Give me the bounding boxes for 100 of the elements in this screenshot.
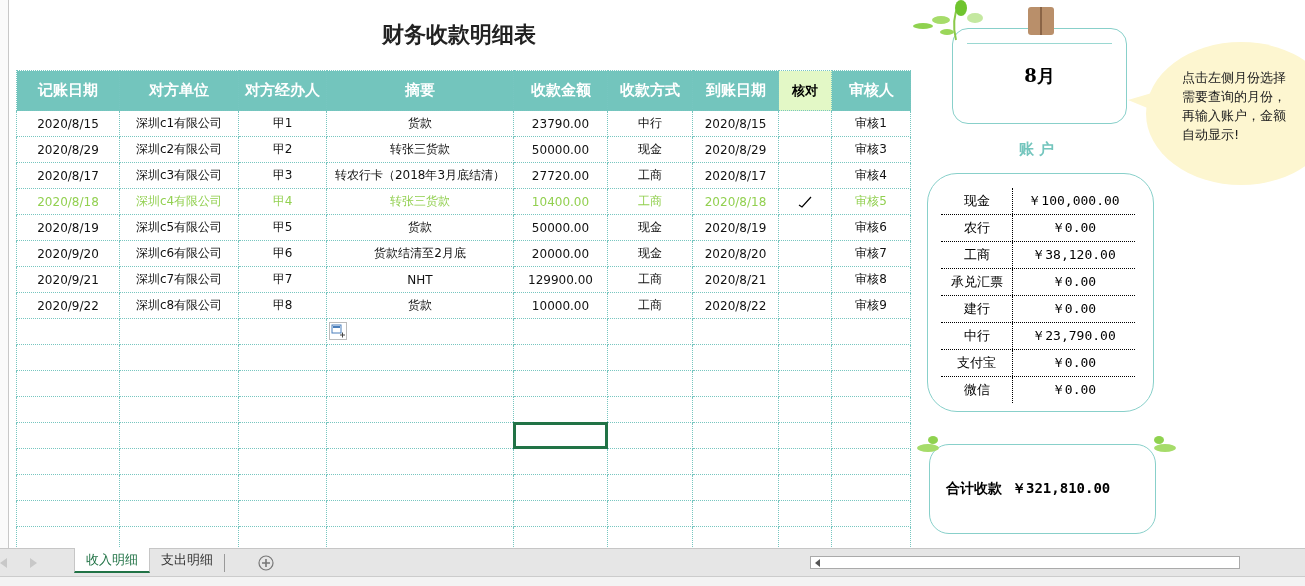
empty-cell[interactable] <box>513 422 608 449</box>
empty-cell[interactable] <box>326 396 514 423</box>
empty-cell[interactable] <box>831 474 911 501</box>
empty-cell[interactable] <box>16 448 120 475</box>
empty-cell[interactable] <box>831 396 911 423</box>
column-header: 摘要 <box>326 70 514 111</box>
empty-cell[interactable] <box>326 500 514 527</box>
table-cell: 深圳c5有限公司 <box>119 214 239 241</box>
empty-cell[interactable] <box>238 370 327 397</box>
empty-cell[interactable] <box>513 474 608 501</box>
sheet-tab[interactable]: 收入明细 <box>74 548 150 573</box>
empty-cell[interactable] <box>513 318 608 345</box>
empty-cell[interactable] <box>607 448 693 475</box>
empty-cell[interactable] <box>692 396 779 423</box>
column-header: 记账日期 <box>16 70 120 111</box>
empty-cell[interactable] <box>831 448 911 475</box>
empty-cell[interactable] <box>513 370 608 397</box>
sheet-title: 财务收款明细表 <box>380 20 537 49</box>
account-amount: ￥0.00 <box>1050 381 1098 399</box>
account-amount: ￥38,120.00 <box>1031 246 1117 264</box>
empty-cell[interactable] <box>513 344 608 371</box>
table-cell: 深圳c7有限公司 <box>119 266 239 293</box>
paste-options-icon[interactable] <box>329 322 347 340</box>
empty-cell[interactable] <box>692 344 779 371</box>
empty-cell[interactable] <box>119 396 239 423</box>
empty-cell[interactable] <box>607 500 693 527</box>
accounts-title: 账 户 <box>1019 140 1055 160</box>
empty-cell[interactable] <box>778 396 832 423</box>
empty-cell[interactable] <box>16 370 120 397</box>
empty-cell[interactable] <box>119 344 239 371</box>
empty-cell[interactable] <box>326 344 514 371</box>
empty-cell[interactable] <box>16 422 120 449</box>
horizontal-scrollbar[interactable] <box>810 556 1240 569</box>
empty-cell[interactable] <box>238 344 327 371</box>
empty-cell[interactable] <box>119 318 239 345</box>
empty-cell[interactable] <box>831 422 911 449</box>
empty-cell[interactable] <box>16 344 120 371</box>
empty-cell[interactable] <box>778 422 832 449</box>
empty-cell[interactable] <box>119 448 239 475</box>
table-cell: 2020/9/20 <box>16 240 120 267</box>
empty-cell[interactable] <box>16 396 120 423</box>
empty-cell[interactable] <box>778 500 832 527</box>
table-cell: 甲2 <box>238 136 327 163</box>
table-cell: 20000.00 <box>513 240 608 267</box>
empty-cell[interactable] <box>238 448 327 475</box>
empty-cell[interactable] <box>119 370 239 397</box>
empty-cell[interactable] <box>238 396 327 423</box>
empty-cell[interactable] <box>238 474 327 501</box>
empty-cell[interactable] <box>831 318 911 345</box>
empty-cell[interactable] <box>238 500 327 527</box>
account-name: 工商 <box>941 242 1013 268</box>
empty-cell[interactable] <box>513 448 608 475</box>
empty-cell[interactable] <box>326 370 514 397</box>
table-cell: 2020/8/20 <box>692 240 779 267</box>
account-amount: ￥0.00 <box>1050 300 1098 318</box>
table-cell: 甲7 <box>238 266 327 293</box>
sheet-tab[interactable]: 支出明细 <box>150 548 224 572</box>
empty-cell[interactable] <box>513 500 608 527</box>
table-cell: 2020/9/21 <box>16 266 120 293</box>
table-cell: 深圳c3有限公司 <box>119 162 239 189</box>
table-cell: 2020/9/22 <box>16 292 120 319</box>
table-cell: 甲4 <box>238 188 327 215</box>
empty-cell[interactable] <box>16 318 120 345</box>
empty-cell[interactable] <box>607 318 693 345</box>
empty-cell[interactable] <box>692 422 779 449</box>
empty-cell[interactable] <box>778 344 832 371</box>
empty-cell[interactable] <box>778 474 832 501</box>
empty-cell[interactable] <box>607 474 693 501</box>
empty-cell[interactable] <box>778 318 832 345</box>
empty-cell[interactable] <box>692 500 779 527</box>
empty-cell[interactable] <box>238 318 327 345</box>
empty-cell[interactable] <box>692 474 779 501</box>
scroll-left-icon[interactable] <box>815 558 821 567</box>
empty-cell[interactable] <box>326 474 514 501</box>
table-cell: 10400.00 <box>513 188 608 215</box>
empty-cell[interactable] <box>692 370 779 397</box>
empty-cell[interactable] <box>16 500 120 527</box>
empty-cell[interactable] <box>119 422 239 449</box>
empty-cell[interactable] <box>831 500 911 527</box>
table-cell: 货款 <box>326 292 514 319</box>
empty-cell[interactable] <box>16 474 120 501</box>
table-cell: 现金 <box>607 214 693 241</box>
empty-cell[interactable] <box>119 500 239 527</box>
empty-cell[interactable] <box>831 344 911 371</box>
empty-cell[interactable] <box>607 396 693 423</box>
empty-cell[interactable] <box>119 474 239 501</box>
empty-cell[interactable] <box>326 448 514 475</box>
empty-cell[interactable] <box>778 370 832 397</box>
empty-cell[interactable] <box>238 422 327 449</box>
empty-cell[interactable] <box>607 370 693 397</box>
empty-cell[interactable] <box>326 318 514 345</box>
empty-cell[interactable] <box>778 448 832 475</box>
empty-cell[interactable] <box>692 448 779 475</box>
empty-cell[interactable] <box>607 422 693 449</box>
table-cell: 甲5 <box>238 214 327 241</box>
add-sheet-icon[interactable] <box>258 554 274 571</box>
empty-cell[interactable] <box>831 370 911 397</box>
scroll-right-icon[interactable] <box>29 558 37 568</box>
empty-cell[interactable] <box>607 344 693 371</box>
empty-cell[interactable] <box>692 318 779 345</box>
